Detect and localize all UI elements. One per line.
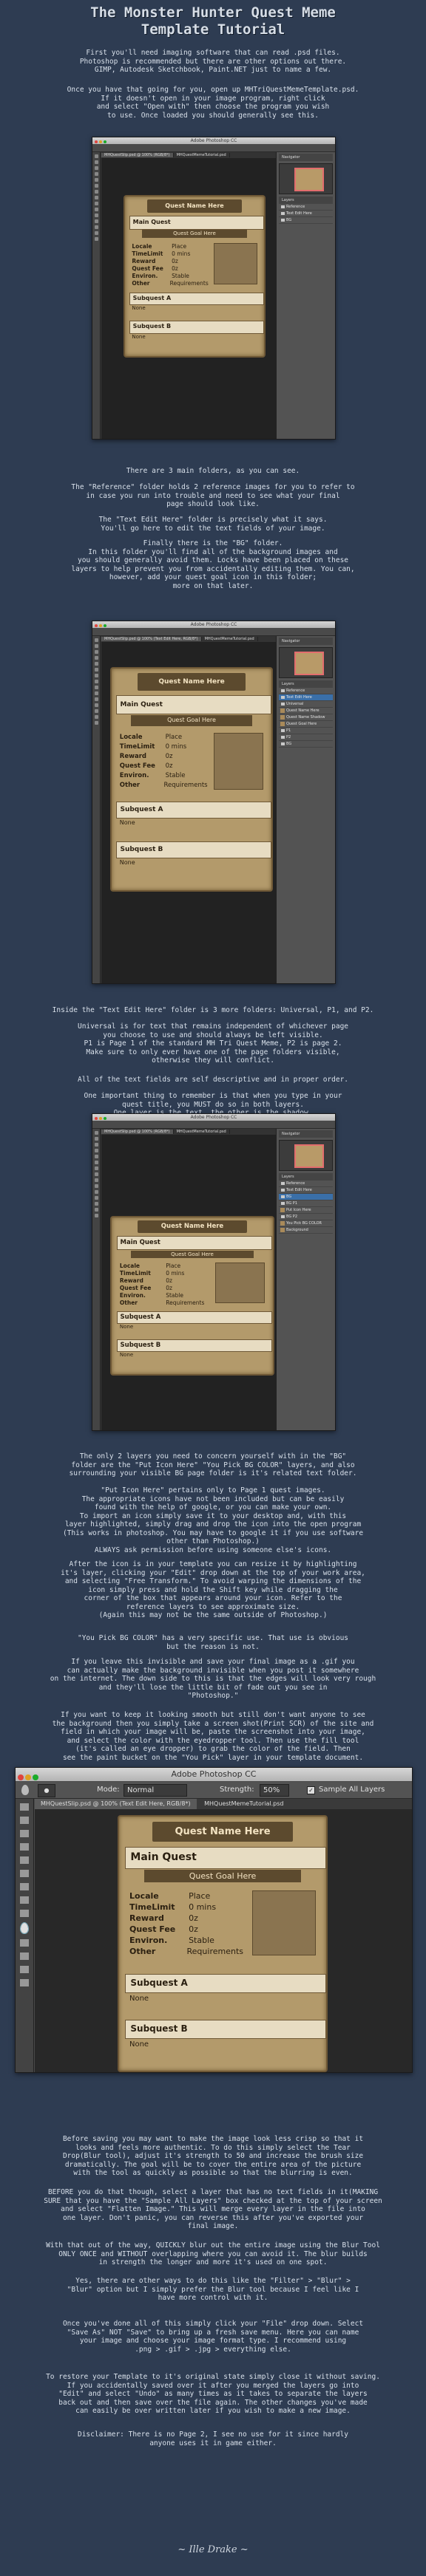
ps-toolbar[interactable] (16, 1799, 34, 2072)
ps-toolbar[interactable] (92, 152, 101, 439)
ps-blur-options-bar: ● Mode: Normal Strength: 50% ✓ Sample Al… (16, 1782, 412, 1799)
quest-card: Quest Name Here Main Quest Quest Goal He… (124, 195, 266, 358)
brush-size-picker[interactable]: ● (38, 1784, 55, 1797)
tutorial-page: The Monster Hunter Quest Meme Template T… (0, 0, 426, 2576)
paragraph-put-icon-here: "Put Icon Here" pertains only to Page 1 … (62, 1486, 364, 1554)
page-title: The Monster Hunter Quest Meme Template T… (0, 4, 426, 38)
paragraph-screenshot-color: If you want to keep it looking smooth bu… (52, 1711, 374, 1762)
ps-canvas[interactable]: Quest Name Here Main Quest Quest Goal He… (35, 1809, 412, 2072)
paragraph-software: First you'll need imaging software that … (79, 49, 347, 74)
quest-card: Quest Name Here Main Quest Quest Goal He… (118, 1815, 328, 2072)
paragraph-reference-folder: The "Reference" folder holds 2 reference… (71, 483, 355, 508)
quest-rows: Locale Place TimeLimit 0 mins Reward 0z Que… (132, 242, 209, 287)
paragraph-gif-transparency: If you leave this invisible and save you… (50, 1658, 376, 1700)
paragraph-bg-layers: The only 2 layers you need to concern yo… (69, 1452, 357, 1477)
photoshop-screenshot-2: Adobe Photoshop CC MHQuestSlip.psd @ 100… (92, 621, 336, 984)
ps-panels: Navigator Layers Reference Text Edit Her… (276, 152, 335, 439)
sample-all-layers-checkbox[interactable]: ✓ (307, 1786, 315, 1794)
ps-options-bar (92, 144, 335, 152)
strength-input[interactable]: 50% (260, 1784, 289, 1797)
paragraph-self-descriptive: All of the text fields are self descript… (77, 1076, 349, 1084)
layer-folder[interactable]: Reference (279, 204, 333, 211)
paragraph-restore-template: To restore your Template to it's origina… (46, 2373, 380, 2415)
paragraph-flatten-image: BEFORE you do that though, select a laye… (44, 2188, 382, 2230)
paragraph-text-edit-folder: The "Text Edit Here" folder is precisely… (98, 516, 328, 533)
ps-document-tabs[interactable]: MHQuestSlip.psd @ 100% (Text Edit Here, … (35, 1799, 412, 1809)
paragraph-open-template: Once you have that going for you, open u… (67, 86, 359, 120)
paragraph-disclaimer: Disclaimer: There is no Page 2, I see no… (77, 2430, 349, 2447)
photoshop-screenshot-3: Adobe Photoshop CC MHQuestSlip.psd @ 100… (92, 1113, 336, 1431)
paragraph-bg-folder: Finally there is the "BG" folder. In thi… (71, 539, 355, 590)
mode-select[interactable]: Normal (124, 1784, 187, 1797)
ps-document-tabs[interactable]: MHQuestSlip.psd @ 100% (RGB/8*) MHQuestMe… (101, 152, 276, 158)
photoshop-screenshot-4: Adobe Photoshop CC ● Mode: Normal Streng… (15, 1767, 413, 2073)
photoshop-screenshot-1: Adobe Photoshop CC MHQuestSlip.psd @ 100… (92, 137, 336, 440)
paragraph-blur-once: With that out of the way, QUICKLY blur o… (46, 2241, 380, 2266)
quest-icon-slot (214, 242, 257, 284)
artist-signature: ~ Ille Drake ~ (178, 2544, 248, 2555)
paragraph-save-as: Once you've done all of this simply clic… (62, 2320, 364, 2354)
blur-tool-icon[interactable] (20, 1922, 29, 1934)
title-line-2: Template Tutorial (141, 21, 285, 38)
blur-tool-icon[interactable] (21, 1785, 29, 1795)
quest-card: Quest Name Here Main Quest Quest Goal He… (110, 1216, 274, 1376)
paragraph-blur-intro: Before saving you may want to make the i… (62, 2135, 364, 2177)
navigator-preview (279, 163, 333, 194)
paragraph-filter-blur: Yes, there are other ways to do this lik… (67, 2277, 359, 2302)
layer-folder[interactable]: BG (279, 217, 333, 224)
ps-canvas[interactable]: Quest Name Here Main Quest Quest Goal He… (101, 642, 276, 983)
paragraph-free-transform: After the icon is in your template you c… (61, 1560, 365, 1619)
paragraph-universal-p1-p2: Universal is for text that remains indep… (77, 1022, 349, 1065)
ps-canvas[interactable]: Quest Name Here Main Quest Quest Goal He… (101, 1135, 276, 1430)
paragraph-inside-text-edit: Inside the "Text Edit Here" folder is 3 … (52, 1006, 374, 1014)
title-line-1: The Monster Hunter Quest Meme (90, 4, 336, 21)
layer-folder[interactable]: Text Edit Here (279, 211, 333, 217)
paragraph-bg-color: "You Pick BG COLOR" has a very specific … (77, 1634, 349, 1651)
ps-titlebar: Adobe Photoshop CC (92, 137, 335, 144)
ps-canvas[interactable]: Quest Name Here Main Quest Quest Goal He… (101, 158, 276, 439)
ps-toolbar[interactable] (92, 1129, 101, 1430)
quest-card: Quest Name Here Main Quest Quest Goal He… (110, 667, 273, 892)
ps-toolbar[interactable] (92, 636, 101, 983)
paragraph-three-folders: There are 3 main folders, as you can see… (126, 467, 300, 475)
